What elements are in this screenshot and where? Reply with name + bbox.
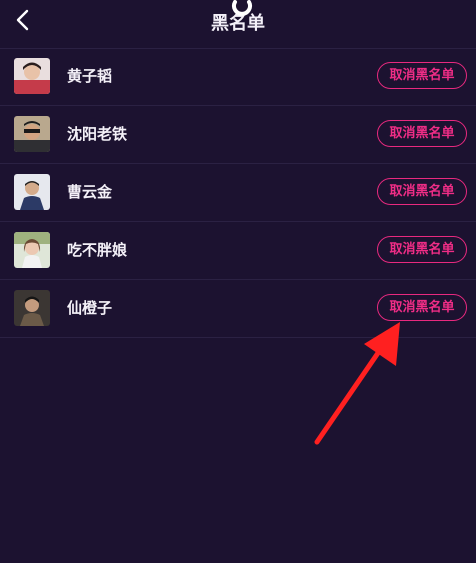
unblock-button[interactable]: 取消黑名单 [377,120,467,147]
blacklist-row: 曹云金 取消黑名单 [0,164,476,222]
user-name: 黄子韬 [67,67,113,85]
unblock-button[interactable]: 取消黑名单 [377,62,467,89]
blacklist-row: 黄子韬 取消黑名单 [0,48,476,106]
user-name: 仙橙子 [67,299,113,317]
avatar[interactable] [14,290,50,326]
avatar[interactable] [14,58,50,94]
annotation-arrow-icon [314,322,400,445]
top-bar: 黑名单 [0,0,476,49]
unblock-button[interactable]: 取消黑名单 [377,236,467,263]
unblock-button[interactable]: 取消黑名单 [377,178,467,205]
blacklist-row: 吃不胖娘 取消黑名单 [0,222,476,280]
refresh-icon [232,0,252,16]
user-name: 吃不胖娘 [67,241,128,259]
avatar[interactable] [14,116,50,152]
user-name: 沈阳老铁 [67,125,128,143]
user-name: 曹云金 [67,183,113,201]
avatar[interactable] [14,174,50,210]
avatar[interactable] [14,232,50,268]
blacklist-row: 沈阳老铁 取消黑名单 [0,106,476,164]
unblock-button[interactable]: 取消黑名单 [377,294,467,321]
